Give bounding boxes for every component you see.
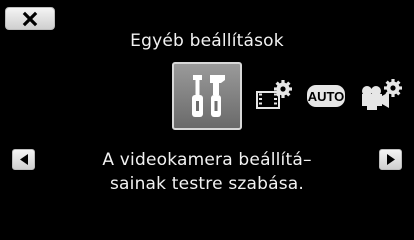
auto-mode-icon[interactable]: AUTO <box>306 84 346 108</box>
close-button[interactable] <box>5 7 55 30</box>
previous-button[interactable] <box>12 149 35 170</box>
close-icon <box>22 11 38 26</box>
menu-description: A videokamera beállítá– sainak testre sz… <box>60 148 354 196</box>
auto-label: AUTO <box>308 89 345 104</box>
tools-icon <box>192 75 225 117</box>
movie-settings-icon[interactable] <box>255 80 295 110</box>
triangle-left-icon <box>19 154 28 165</box>
menu-title: Egyéb beállítások <box>130 31 284 51</box>
triangle-right-icon <box>386 154 395 165</box>
description-line-1: A videokamera beállítá– <box>102 150 312 170</box>
settings-menu-screen: Egyéb beállítások AUTO A videokamera beá… <box>0 0 414 240</box>
camera-settings-icon[interactable] <box>359 78 403 112</box>
description-line-2: sainak testre szabása. <box>109 174 305 194</box>
next-button[interactable] <box>379 149 402 170</box>
menu-item-tools[interactable] <box>172 62 242 130</box>
